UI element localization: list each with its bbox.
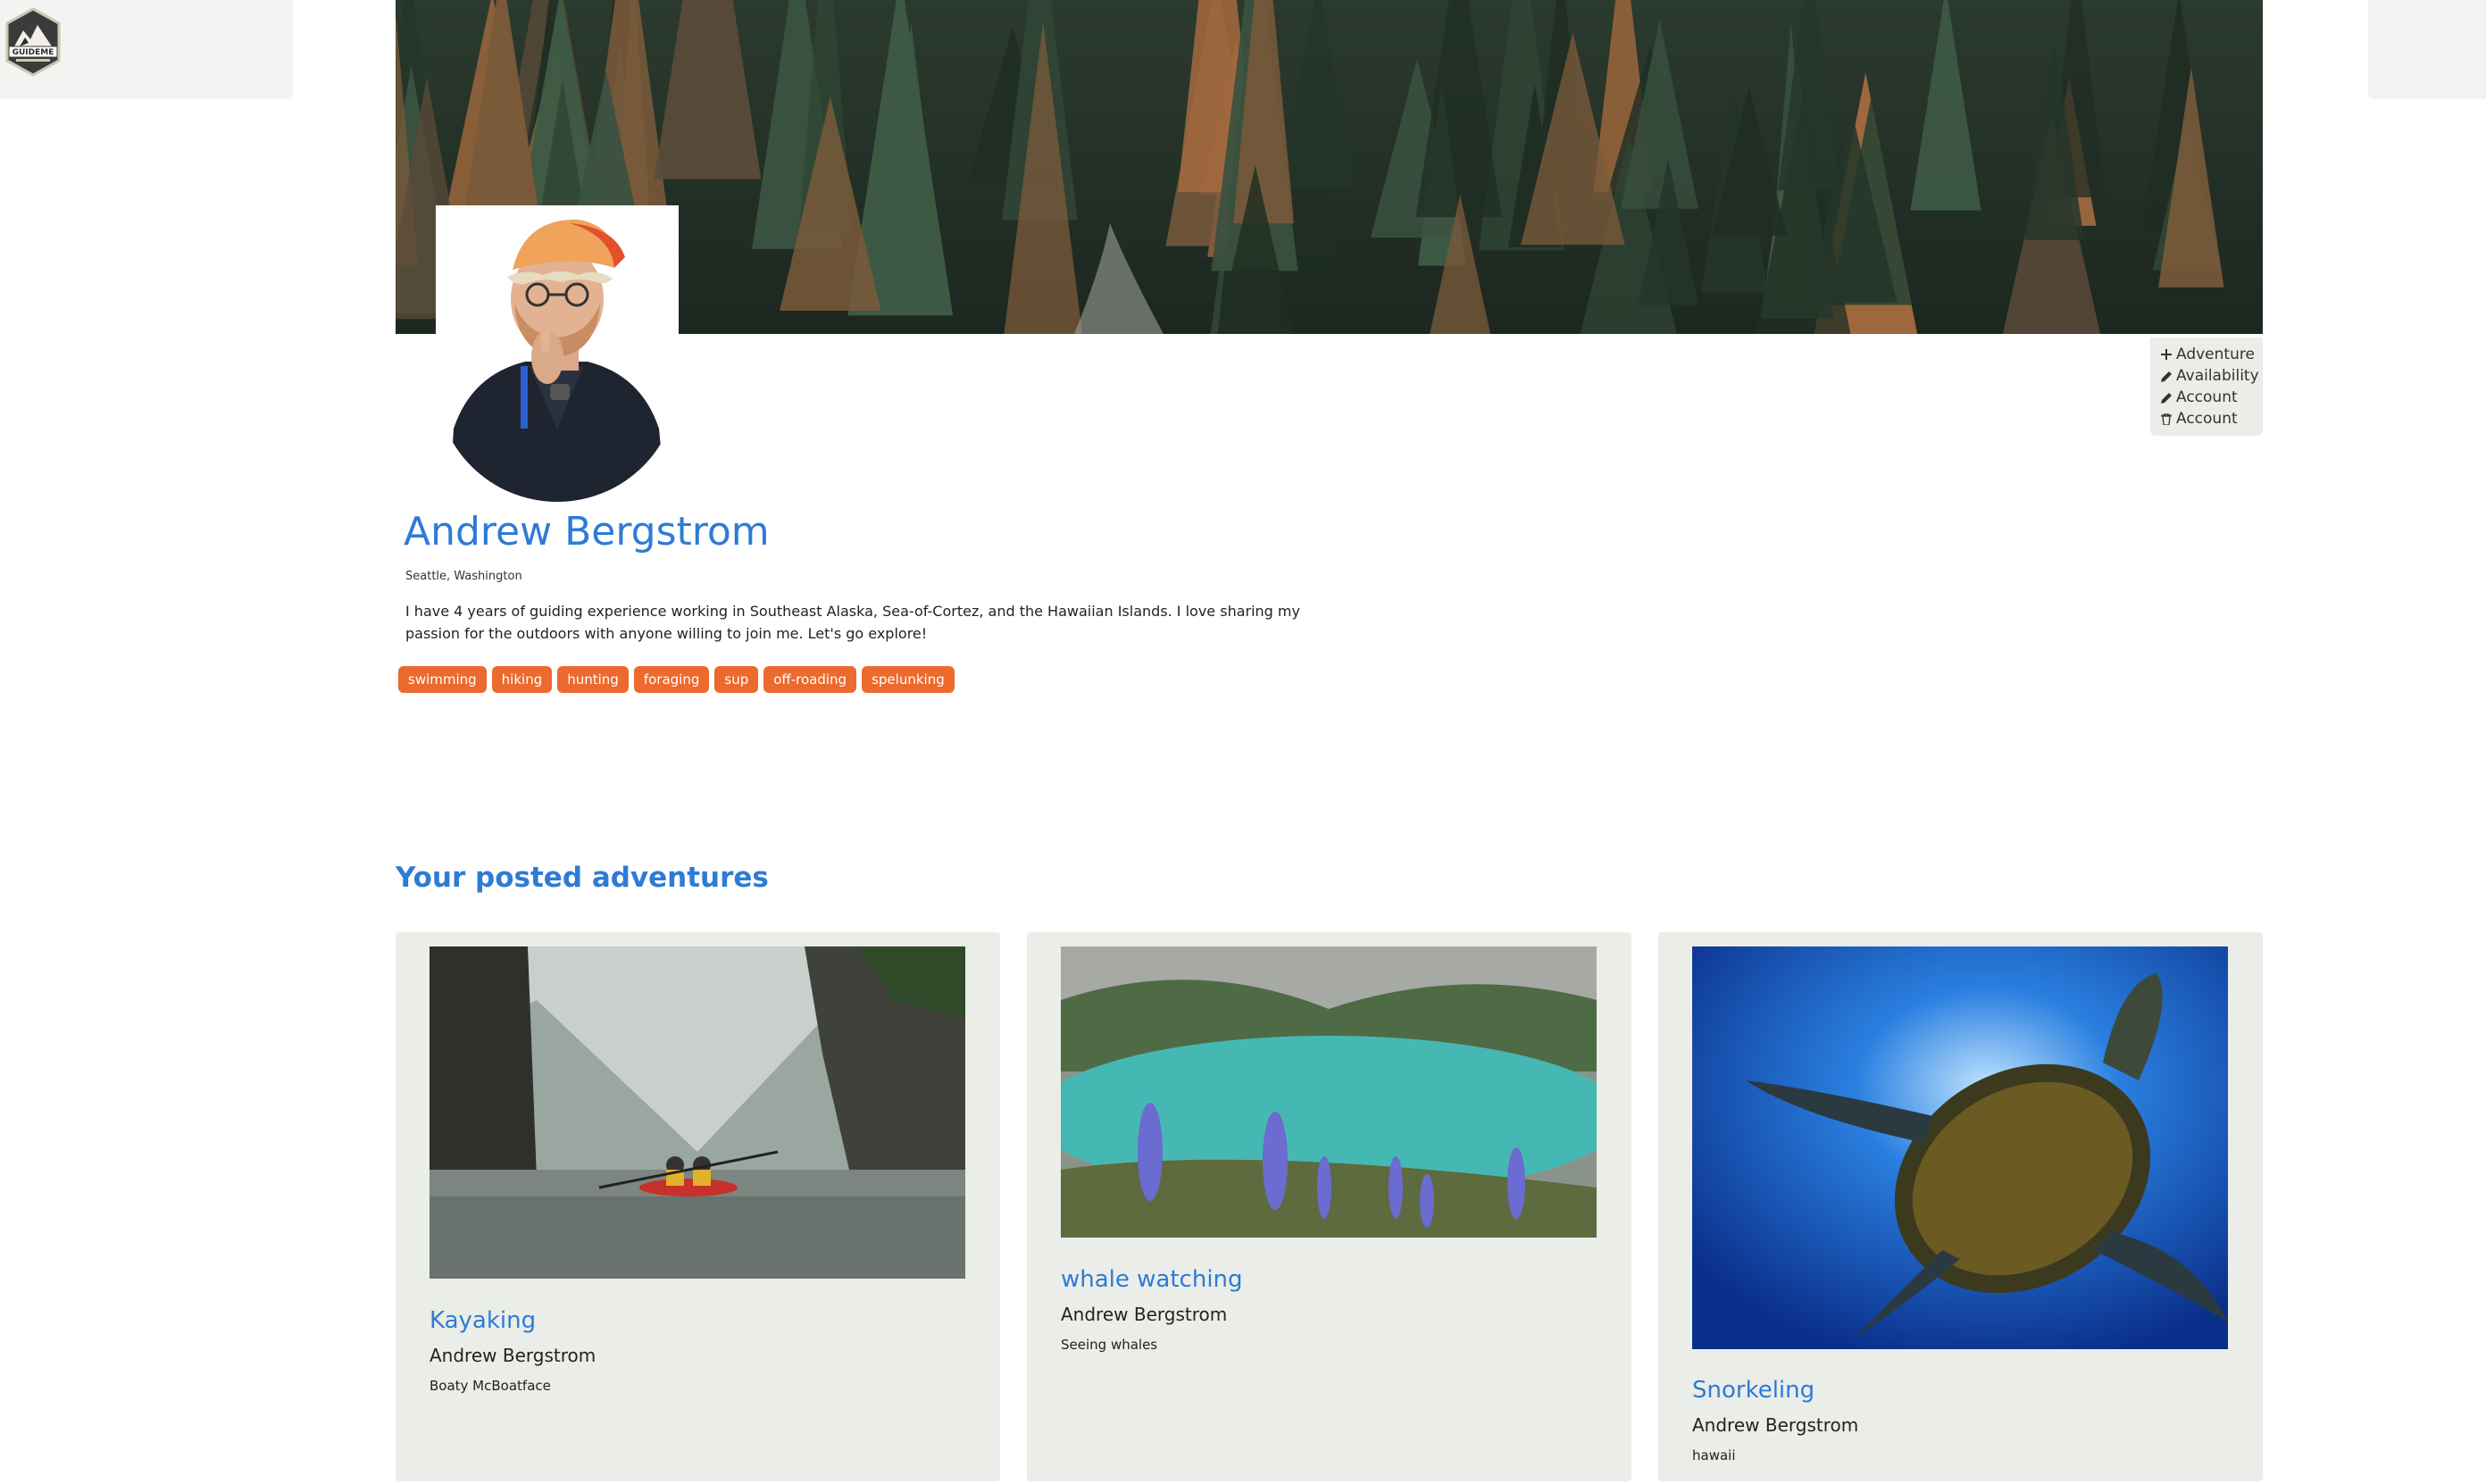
profile-page: GUIDEME Adventure Availability Account A… [0,0,2486,1484]
add-adventure-label: Adventure [2176,346,2255,363]
left-nav-panel: GUIDEME [0,0,293,99]
tag-swimming[interactable]: swimming [398,666,487,693]
interest-tags: swimming hiking hunting foraging sup off… [398,666,955,693]
pencil-icon [2159,390,2173,404]
adventure-card-whale-watching[interactable]: whale watching Andrew Bergstrom Seeing w… [1027,932,1631,1481]
guideme-logo[interactable]: GUIDEME [4,7,63,77]
add-adventure-button[interactable]: Adventure [2159,344,2263,365]
tag-spelunking[interactable]: spelunking [862,666,955,693]
tag-sup[interactable]: sup [714,666,759,693]
adventure-description: hawaii [1692,1447,1736,1463]
edit-account-label: Account [2176,388,2238,406]
adventure-image-snorkeling [1692,946,2228,1349]
delete-account-button[interactable]: Account [2159,408,2263,429]
tag-foraging[interactable]: foraging [633,666,710,693]
tag-off-roading[interactable]: off-roading [763,666,857,693]
profile-actions-menu: Adventure Availability Account Account [2150,338,2263,436]
profile-location: Seattle, Washington [405,570,522,583]
edit-availability-button[interactable]: Availability [2159,365,2263,387]
profile-avatar [436,205,679,502]
adventure-card-kayaking[interactable]: Kayaking Andrew Bergstrom Boaty McBoatfa… [396,932,1000,1481]
adventure-image-kayaking [430,946,965,1279]
adventure-image-whale-watching [1061,946,1597,1238]
pencil-icon [2159,369,2173,383]
edit-account-button[interactable]: Account [2159,387,2263,408]
delete-account-label: Account [2176,410,2238,428]
adventure-title[interactable]: Snorkeling [1692,1377,1814,1404]
adventure-guide: Andrew Bergstrom [1692,1414,1859,1436]
logo-wordmark: GUIDEME [13,48,54,57]
tag-hunting[interactable]: hunting [557,666,629,693]
posted-adventures-heading: Your posted adventures [396,862,769,894]
adventure-guide: Andrew Bergstrom [1061,1304,1228,1325]
adventure-guide: Andrew Bergstrom [430,1345,596,1366]
profile-name: Andrew Bergstrom [404,509,770,554]
right-panel [2368,0,2486,99]
adventure-title[interactable]: whale watching [1061,1266,1243,1293]
adventure-title[interactable]: Kayaking [430,1307,536,1334]
trash-icon [2159,412,2173,426]
edit-availability-label: Availability [2176,367,2259,385]
adventure-description: Seeing whales [1061,1337,1158,1353]
adventure-card-snorkeling[interactable]: Snorkeling Andrew Bergstrom hawaii [1658,932,2263,1481]
tag-hiking[interactable]: hiking [491,666,553,693]
adventure-description: Boaty McBoatface [430,1378,551,1394]
profile-bio: I have 4 years of guiding experience wor… [405,603,1300,642]
plus-icon [2159,347,2173,362]
